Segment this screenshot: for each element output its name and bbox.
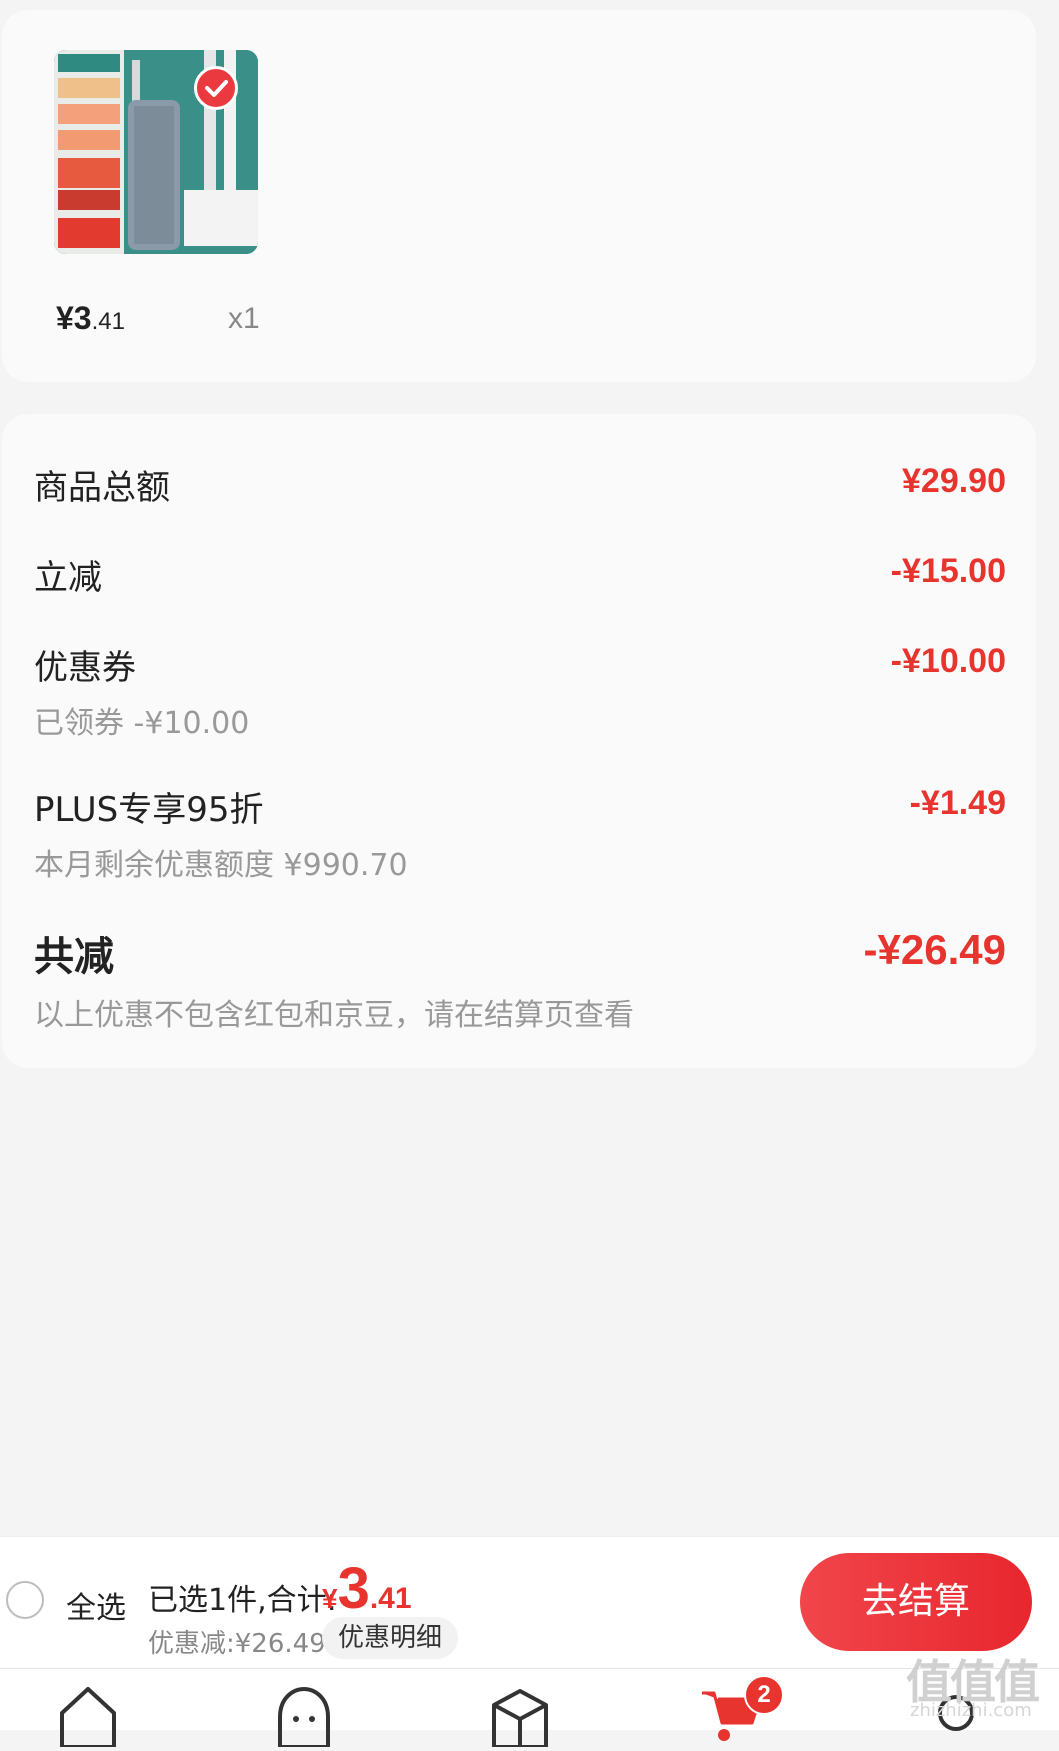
select-all-radio[interactable] [6, 1581, 44, 1619]
category-box-icon[interactable] [488, 1683, 552, 1749]
product-price-int: ¥3 [56, 300, 92, 336]
discount-note: 以上优惠不包含红包和京豆，请在结算页查看 [34, 998, 634, 1033]
coupon-value: -¥10.00 [890, 642, 1006, 680]
selected-summary: 已选1件,合计: [148, 1583, 337, 1618]
plus-discount-value: -¥1.49 [909, 784, 1006, 822]
total-price: ¥3.41 [322, 1555, 412, 1622]
plus-discount-sub: 本月剩余优惠额度 ¥990.70 [34, 848, 408, 883]
cart-count-badge: 2 [744, 1675, 784, 1715]
total-price-int: 3 [337, 1556, 370, 1621]
plus-discount-label: PLUS专享95折 [34, 790, 264, 830]
coupon-label: 优惠券 [34, 648, 136, 688]
select-all-label[interactable]: 全选 [66, 1583, 126, 1627]
product-price: ¥3.41 [56, 300, 125, 337]
coupon-sub: 已领券 -¥10.00 [34, 706, 250, 741]
product-quantity: x1 [228, 302, 260, 335]
checkout-bar: 全选 已选1件,合计: ¥3.41 优惠减:¥26.49 优惠明细 去结算 [0, 1536, 1059, 1669]
discount-detail-button[interactable]: 优惠明细 [322, 1617, 458, 1659]
total-discount-label: 共减 [34, 934, 114, 980]
subtotal-value: ¥29.90 [902, 462, 1006, 500]
tab-bar: 2 [0, 1668, 1059, 1749]
total-price-dec: .41 [369, 1582, 412, 1615]
selected-check-icon[interactable] [194, 66, 238, 110]
site-watermark-url: zhizhizhi.com [910, 1700, 1032, 1721]
product-card: ¥3.41 x1 [2, 10, 1036, 382]
total-discount-value: -¥26.49 [863, 926, 1006, 973]
mop-product-image[interactable] [54, 50, 258, 254]
instant-discount-label: 立减 [34, 558, 102, 598]
total-price-yen: ¥ [322, 1583, 338, 1614]
discount-summary-card: 商品总额 ¥29.90 立减 -¥15.00 优惠券 -¥10.00 已领券 -… [2, 414, 1036, 1068]
joy-mascot-icon[interactable] [272, 1683, 336, 1749]
home-icon[interactable] [56, 1683, 120, 1749]
discount-amount: 优惠减:¥26.49 [148, 1629, 326, 1659]
subtotal-label: 商品总额 [34, 468, 170, 508]
checkout-button[interactable]: 去结算 [800, 1553, 1032, 1651]
instant-discount-value: -¥15.00 [890, 552, 1006, 590]
product-price-dec: .41 [91, 308, 125, 335]
